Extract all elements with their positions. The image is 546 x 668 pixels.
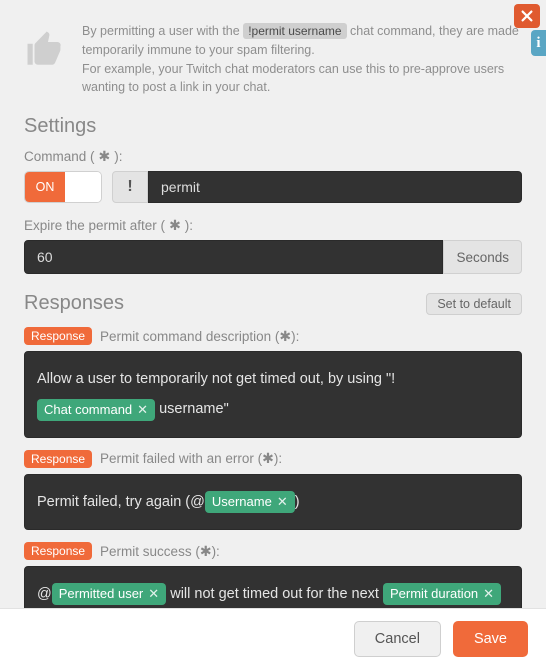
command-label: Command (✱):	[24, 148, 522, 165]
permit-settings-modal: i By permitting a user with the !permit …	[0, 0, 546, 668]
chip-remove-icon[interactable]: ✕	[483, 583, 494, 605]
intro-text: By permitting a user with the !permit us…	[82, 22, 522, 97]
chip-remove-icon[interactable]: ✕	[137, 399, 148, 421]
required-icon: ✱	[169, 217, 181, 234]
close-icon	[520, 9, 534, 23]
required-icon: ✱	[99, 148, 111, 165]
variable-chip-username[interactable]: Username✕	[205, 491, 295, 513]
toggle-on-label: ON	[25, 172, 65, 202]
response-badge: Response	[24, 450, 92, 468]
variable-chip-chat-command[interactable]: Chat command✕	[37, 399, 155, 421]
response-label: Response Permit command description (✱):	[24, 327, 522, 345]
intro-block: By permitting a user with the !permit us…	[24, 22, 522, 97]
toggle-knob	[65, 172, 101, 202]
expire-input[interactable]	[24, 240, 443, 274]
thumbs-up-icon	[24, 28, 66, 70]
set-default-button[interactable]: Set to default	[426, 293, 522, 315]
required-icon: ✱	[200, 543, 212, 560]
intro-highlight: !permit username	[243, 23, 346, 39]
info-tab[interactable]: i	[531, 30, 546, 56]
response-success-box[interactable]: @Permitted user✕ will not get timed out …	[24, 566, 522, 608]
expire-label: Expire the permit after (✱):	[24, 217, 522, 234]
response-label: Response Permit failed with an error (✱)…	[24, 450, 522, 468]
response-badge: Response	[24, 542, 92, 560]
settings-heading: Settings	[24, 115, 522, 138]
variable-chip-permitted-user[interactable]: Permitted user✕	[52, 583, 166, 605]
modal-footer: Cancel Save	[0, 608, 546, 668]
response-label: Response Permit success (✱):	[24, 542, 522, 560]
responses-heading: Responses	[24, 292, 124, 315]
cancel-button[interactable]: Cancel	[354, 621, 441, 657]
command-prefix: !	[112, 171, 148, 203]
response-failed-box[interactable]: Permit failed, try again (@Username✕)	[24, 474, 522, 530]
chip-remove-icon[interactable]: ✕	[277, 491, 288, 513]
command-input[interactable]	[148, 171, 522, 203]
close-button[interactable]	[514, 4, 540, 28]
required-icon: ✱	[279, 328, 291, 345]
chip-remove-icon[interactable]: ✕	[148, 583, 159, 605]
command-toggle[interactable]: ON	[24, 171, 102, 203]
variable-chip-permit-duration[interactable]: Permit duration✕	[383, 583, 501, 605]
response-description-box[interactable]: Allow a user to temporarily not get time…	[24, 351, 522, 438]
required-icon: ✱	[262, 450, 274, 467]
response-badge: Response	[24, 327, 92, 345]
expire-unit: Seconds	[443, 240, 522, 274]
save-button[interactable]: Save	[453, 621, 528, 657]
